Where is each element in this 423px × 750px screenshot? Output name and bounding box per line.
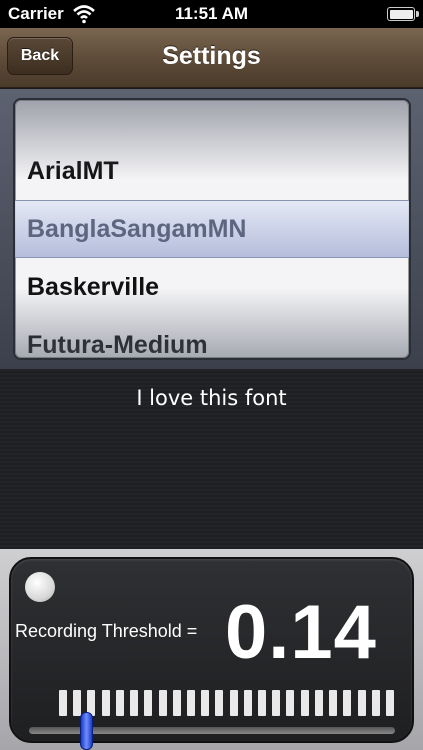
level-tick bbox=[371, 690, 380, 716]
indicator-light-icon bbox=[25, 572, 55, 602]
level-tick bbox=[357, 690, 366, 716]
level-tick bbox=[158, 690, 167, 716]
level-tick bbox=[386, 690, 394, 716]
picker-item[interactable]: Futura-Medium bbox=[15, 316, 409, 358]
picker-selected-item[interactable]: BanglaSangamMN bbox=[15, 200, 409, 258]
back-button[interactable]: Back bbox=[7, 37, 73, 75]
picker-item[interactable]: Baskerville bbox=[15, 258, 409, 316]
level-tick bbox=[101, 690, 110, 716]
level-tick bbox=[314, 690, 323, 716]
level-tick bbox=[115, 690, 124, 716]
level-tick bbox=[186, 690, 195, 716]
threshold-label: Recording Threshold = bbox=[15, 621, 198, 641]
font-picker[interactable]: ArialMT Baskerville Futura-Medium Bangla… bbox=[13, 98, 411, 360]
level-tick bbox=[300, 690, 309, 716]
threshold-meter-area: Recording Threshold = 0.14 bbox=[0, 549, 423, 750]
level-tick bbox=[130, 690, 139, 716]
threshold-meter: Recording Threshold = 0.14 bbox=[9, 557, 414, 750]
level-tick bbox=[286, 690, 295, 716]
level-tick bbox=[172, 690, 181, 716]
font-preview: I love this font bbox=[0, 369, 423, 549]
level-tick bbox=[59, 690, 67, 716]
level-tick bbox=[201, 690, 210, 716]
level-tick bbox=[73, 690, 82, 716]
threshold-slider-thumb[interactable] bbox=[80, 712, 94, 750]
threshold-value: 0.14 bbox=[225, 590, 377, 675]
level-tick bbox=[144, 690, 153, 716]
level-tick bbox=[215, 690, 224, 716]
level-tick bbox=[343, 690, 352, 716]
clock: 11:51 AM bbox=[174, 4, 249, 23]
preview-text: I love this font bbox=[136, 386, 287, 410]
level-tick bbox=[272, 690, 281, 716]
level-tick bbox=[243, 690, 252, 716]
level-tick bbox=[329, 690, 338, 716]
battery-icon bbox=[387, 7, 419, 21]
picker-item[interactable]: ArialMT bbox=[15, 142, 409, 200]
status-bar: Carrier 11:51 AM bbox=[0, 0, 423, 28]
font-picker-area: ArialMT Baskerville Futura-Medium Bangla… bbox=[0, 89, 423, 369]
navigation-bar: Settings Back bbox=[0, 28, 423, 88]
level-tick bbox=[229, 690, 238, 716]
level-tick bbox=[258, 690, 267, 716]
level-ticks bbox=[59, 690, 394, 716]
